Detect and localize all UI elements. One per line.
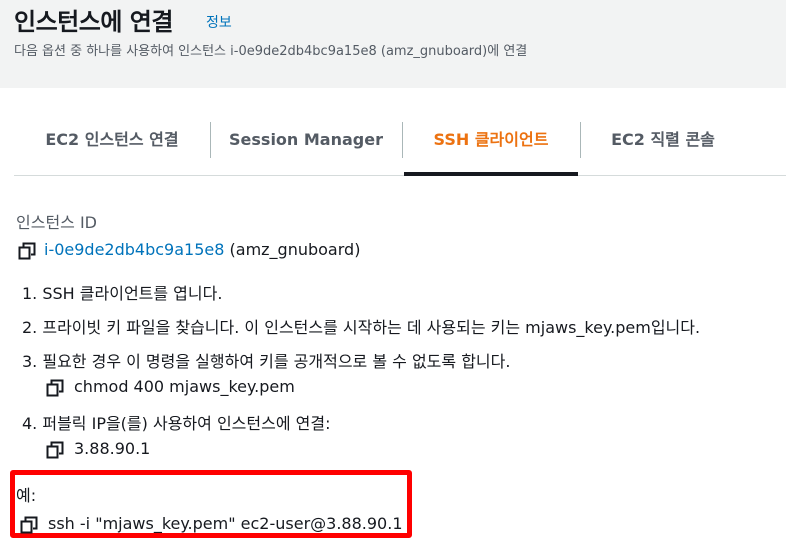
copy-icon[interactable] <box>46 441 64 459</box>
tab-divider <box>210 122 211 158</box>
instance-name: (amz_gnuboard) <box>229 240 361 259</box>
ssh-example-command: ssh -i "mjaws_key.pem" ec2-user@3.88.90.… <box>48 514 403 533</box>
active-tab-indicator <box>404 172 578 176</box>
page-title: 인스턴스에 연결 <box>14 8 173 36</box>
page-header: 인스턴스에 연결 정보 다음 옵션 중 하나를 사용하여 인스턴스 i-0e9d… <box>0 0 786 88</box>
step-4: 4. 퍼블릭 IP을(를) 사용하여 인스턴스에 연결: <box>22 414 331 433</box>
public-ip: 3.88.90.1 <box>74 439 151 458</box>
instance-id-link[interactable]: i-0e9de2db4bc9a15e8 <box>44 240 224 259</box>
copy-icon[interactable] <box>20 516 38 534</box>
info-link[interactable]: 정보 <box>206 12 232 32</box>
step-2: 2. 프라이빗 키 파일을 찾습니다. 이 인스턴스를 시작하는 데 사용되는 … <box>22 318 701 337</box>
connect-method-tabs: EC2 인스턴스 연결 Session Manager SSH 클라이언트 EC… <box>14 120 786 176</box>
step-1: 1. SSH 클라이언트를 엽니다. <box>22 284 223 303</box>
tab-ec2-instance-connect[interactable]: EC2 인스턴스 연결 <box>14 120 210 176</box>
instance-id-label: 인스턴스 ID <box>16 213 98 232</box>
step-3: 3. 필요한 경우 이 명령을 실행하여 키를 공개적으로 볼 수 없도록 합니… <box>22 352 511 371</box>
tab-divider <box>402 122 403 158</box>
copy-icon[interactable] <box>46 379 64 397</box>
tab-session-manager[interactable]: Session Manager <box>211 120 401 176</box>
page-subtitle: 다음 옵션 중 하나를 사용하여 인스턴스 i-0e9de2db4bc9a15e… <box>14 44 528 59</box>
tab-ssh-client[interactable]: SSH 클라이언트 <box>404 120 578 176</box>
copy-icon[interactable] <box>18 242 36 260</box>
instance-id-row: i-0e9de2db4bc9a15e8 (amz_gnuboard) <box>44 240 360 259</box>
chmod-command: chmod 400 mjaws_key.pem <box>74 377 295 396</box>
example-label: 예: <box>16 486 37 505</box>
tab-divider <box>580 122 581 158</box>
tab-ec2-serial-console[interactable]: EC2 직렬 콘솔 <box>580 120 746 176</box>
